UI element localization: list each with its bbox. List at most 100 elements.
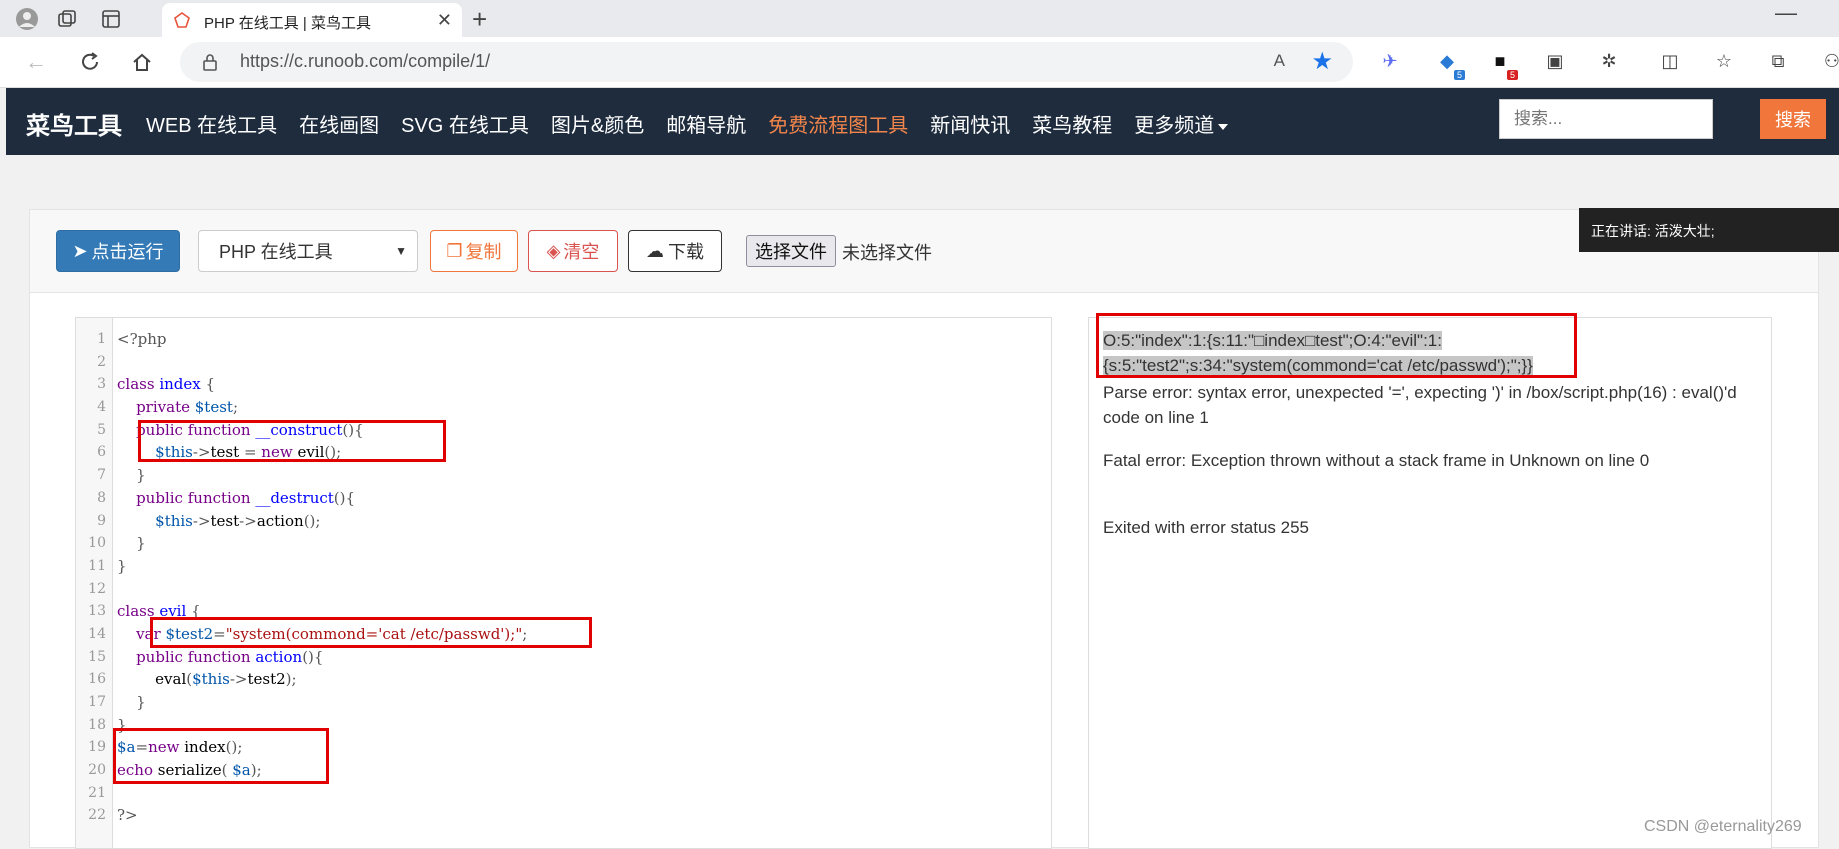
code-line: public function action(){ (136, 647, 324, 666)
line-number: 19 (88, 739, 106, 756)
language-selected: PHP 在线工具 (219, 242, 333, 262)
active-tab[interactable]: PHP 在线工具 | 菜鸟工具 ✕ (162, 3, 462, 37)
code-line: } (117, 556, 127, 575)
new-tab-icon[interactable]: + (472, 4, 487, 35)
code-line: } (136, 534, 146, 553)
back-icon[interactable]: ← (22, 48, 50, 76)
eraser-icon: ◈ (546, 240, 561, 261)
office-icon[interactable]: ▣ (1543, 49, 1567, 73)
extension-badge: 5 (1506, 70, 1518, 80)
code-line: <?php (117, 330, 167, 348)
language-select[interactable]: PHP 在线工具 ▼ (198, 230, 418, 272)
line-number: 5 (97, 421, 106, 438)
site-logo[interactable]: 菜鸟工具 (26, 106, 122, 141)
read-aloud-icon[interactable]: A (1274, 51, 1285, 71)
choose-file-button[interactable]: 选择文件 (746, 235, 836, 267)
url-field[interactable]: https://c.runoob.com/compile/1/ A ★ (180, 42, 1353, 82)
cloud-download-icon: ☁ (646, 240, 664, 261)
extensions-puzzle-icon[interactable]: ✲ (1597, 49, 1621, 73)
compiler-panel: ➤ 点击运行 PHP 在线工具 ▼ ❐ 复制 ◈ 清空 ☁ 下载 选择文件 未选择文件 … (29, 209, 1819, 849)
file-status: 未选择文件 (842, 243, 932, 263)
profile-icon[interactable] (14, 6, 40, 32)
code-line: $this->test = new evil(); (155, 443, 342, 462)
run-button[interactable]: ➤ 点击运行 (56, 230, 180, 272)
nav-svg-tools[interactable]: SVG 在线工具 (401, 109, 529, 138)
line-number: 2 (97, 353, 106, 370)
watermark: CSDN @eternality269 (1644, 818, 1802, 835)
favorite-star-icon[interactable]: ★ (1311, 47, 1333, 76)
nav-tutorial[interactable]: 菜鸟教程 (1032, 109, 1112, 138)
nav-more-channels[interactable]: 更多频道 (1134, 109, 1229, 138)
line-number: 13 (88, 603, 106, 620)
runoob-favicon-icon (174, 12, 190, 28)
code-line: echo serialize( $a); (117, 761, 262, 780)
nav-more-label: 更多频道 (1134, 115, 1215, 137)
nav-email[interactable]: 邮箱导航 (666, 109, 746, 138)
line-number: 6 (97, 444, 106, 461)
clear-button[interactable]: ◈ 清空 (528, 230, 618, 272)
line-number: 15 (88, 648, 106, 665)
code-line: $this->test->action(); (155, 511, 321, 530)
lock-icon (203, 54, 217, 71)
code-line: } (117, 715, 127, 734)
address-bar-row: ← https://c.runoob.com/compile/1/ A ★ ✈ … (0, 37, 1839, 88)
site-search-button[interactable]: 搜索 (1760, 99, 1826, 139)
parse-error-text: Parse error: syntax error, unexpected '=… (1103, 383, 1737, 427)
collections-icon[interactable]: ⧉ (1766, 49, 1790, 73)
line-number: 18 (88, 716, 106, 733)
favorites-icon[interactable]: ☆ (1712, 49, 1736, 73)
refresh-icon[interactable] (76, 48, 104, 76)
code-editor[interactable]: 1 <?php 2 3 class index { 4 private $test;… (75, 317, 1052, 849)
nav-flowchart[interactable]: 免费流程图工具 (768, 109, 908, 138)
code-line: } (136, 466, 146, 485)
line-number: 16 (88, 671, 106, 688)
extension-badge: 5 (1453, 70, 1465, 80)
line-number: 7 (97, 467, 106, 484)
extension-icon[interactable]: ■ 5 (1488, 49, 1518, 80)
tab-actions-icon[interactable] (98, 6, 124, 32)
line-number: 17 (88, 694, 106, 710)
code-line: public function __construct(){ (136, 420, 364, 439)
minimize-icon[interactable]: — (1775, 0, 1797, 26)
site-search-input[interactable] (1499, 99, 1713, 139)
extension-icon[interactable]: ◆ 5 (1435, 49, 1465, 80)
output-text: O:5:"index":1:{s:11:"□index□test";O:4:"e… (1103, 328, 1763, 540)
main-nav: WEB 在线工具 在线画图 SVG 在线工具 图片&颜色 邮箱导航 免费流程图工… (146, 109, 1250, 138)
line-number: 1 (97, 331, 106, 347)
download-button[interactable]: ☁ 下载 (628, 230, 722, 272)
talking-indicator: 正在讲话: 活泼大壮; (1591, 223, 1715, 239)
copilot-icon[interactable]: ⚇ (1820, 49, 1839, 73)
voice-chat-overlay: 正在讲话: 活泼大壮; (1579, 208, 1839, 252)
chevron-down-icon: ▼ (395, 244, 407, 258)
bird-extension-icon[interactable]: ✈ (1378, 49, 1402, 73)
nav-drawing[interactable]: 在线画图 (299, 109, 379, 138)
exit-status-text: Exited with error status 255 (1103, 518, 1309, 537)
fatal-error-text: Fatal error: Exception thrown without a … (1103, 451, 1650, 470)
tab-title: PHP 在线工具 | 菜鸟工具 (204, 15, 371, 32)
site-header: 菜鸟工具 WEB 在线工具 在线画图 SVG 在线工具 图片&颜色 邮箱导航 免… (6, 88, 1839, 155)
caret-down-icon (1218, 123, 1229, 130)
compiler-toolbar: ➤ 点击运行 PHP 在线工具 ▼ ❐ 复制 ◈ 清空 ☁ 下载 选择文件 未选择文件 (30, 210, 1818, 293)
workspaces-icon[interactable] (54, 6, 80, 32)
code-lines: 1 <?php 2 3 class index { 4 private $test;… (76, 328, 1051, 827)
code-line: public function __destruct(){ (136, 488, 356, 507)
nav-news[interactable]: 新闻快讯 (930, 109, 1010, 138)
line-number: 9 (97, 512, 106, 529)
line-number: 20 (88, 762, 106, 779)
close-tab-icon[interactable]: ✕ (437, 10, 452, 31)
code-line: var $test2="system(commond='cat /etc/pas… (136, 624, 528, 643)
browser-tab-bar: PHP 在线工具 | 菜鸟工具 ✕ + — (0, 0, 1839, 37)
line-number: 21 (88, 784, 106, 801)
line-number: 14 (88, 625, 106, 642)
copy-button[interactable]: ❐ 复制 (430, 230, 518, 272)
code-line: class index { (117, 375, 216, 394)
nav-image-color[interactable]: 图片&颜色 (551, 109, 644, 138)
line-number: 3 (97, 376, 106, 393)
code-line: } (136, 693, 146, 711)
split-screen-icon[interactable]: ◫ (1658, 49, 1682, 73)
line-number: 8 (97, 489, 106, 506)
copy-icon: ❐ (446, 240, 463, 261)
home-icon[interactable] (128, 48, 156, 76)
download-label: 下载 (668, 242, 704, 262)
nav-web-tools[interactable]: WEB 在线工具 (146, 109, 277, 138)
